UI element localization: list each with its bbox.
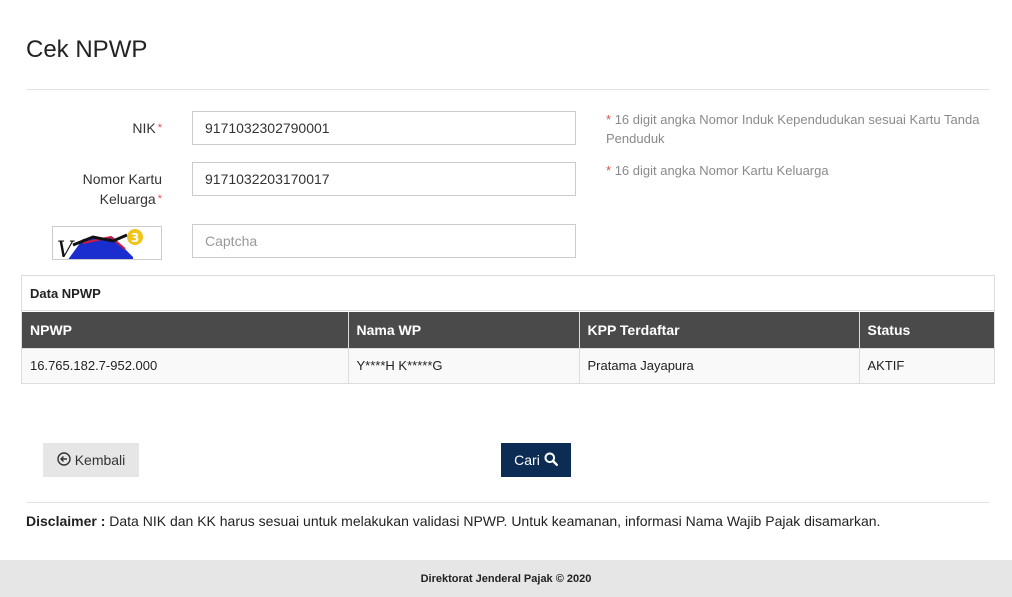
cell-nama-wp: Y****H K*****G <box>348 347 580 383</box>
disclaimer: Disclaimer : Data NIK dan KK harus sesua… <box>26 513 880 529</box>
required-mark: * <box>157 122 162 134</box>
cell-kpp: Pratama Jayapura <box>579 347 860 383</box>
search-icon <box>544 452 558 469</box>
svg-text:3: 3 <box>131 231 139 245</box>
divider <box>26 89 990 90</box>
nik-input[interactable] <box>192 111 576 145</box>
cell-npwp: 16.765.182.7-952.000 <box>22 347 349 383</box>
nik-label: NIK * <box>60 118 162 138</box>
column-header-nama-wp: Nama WP <box>348 312 580 348</box>
cell-status: AKTIF <box>859 347 994 383</box>
hint-star: * <box>606 163 612 178</box>
required-mark: * <box>157 193 162 205</box>
page-title: Cek NPWP <box>26 36 148 63</box>
disclaimer-label: Disclaimer : <box>26 513 106 529</box>
footer: Direktorat Jenderal Pajak © 2020 <box>0 560 1012 597</box>
hint-star: * <box>606 112 612 127</box>
divider <box>26 502 990 503</box>
arrow-circle-left-icon <box>57 451 71 469</box>
panel-heading: Data NPWP <box>22 276 994 311</box>
table-row: 16.765.182.7-952.000 Y****H K*****G Prat… <box>22 347 994 383</box>
column-header-status: Status <box>859 312 994 348</box>
kk-label-line2: Keluarga <box>99 191 156 207</box>
captcha-input[interactable] <box>192 224 576 258</box>
search-button[interactable]: Cari <box>501 443 571 477</box>
search-button-label: Cari <box>514 452 540 468</box>
column-header-npwp: NPWP <box>22 312 349 348</box>
table-header-row: NPWP Nama WP KPP Terdaftar Status <box>22 312 994 348</box>
column-header-kpp: KPP Terdaftar <box>579 312 860 348</box>
kk-hint: * 16 digit angka Nomor Kartu Keluarga <box>606 161 990 180</box>
kk-label: Nomor Kartu Keluarga * <box>40 169 162 209</box>
nik-label-text: NIK <box>132 120 156 136</box>
captcha-char: V <box>57 238 75 260</box>
nik-hint-text: 16 digit angka Nomor Induk Kependudukan … <box>606 112 980 146</box>
kk-input[interactable] <box>192 162 576 196</box>
back-button[interactable]: Kembali <box>43 443 139 477</box>
npwp-result-panel: Data NPWP NPWP Nama WP KPP Terdaftar Sta… <box>21 275 995 384</box>
kk-label-line1: Nomor Kartu <box>82 171 162 187</box>
nik-hint: * 16 digit angka Nomor Induk Kependuduka… <box>606 110 990 148</box>
npwp-table: NPWP Nama WP KPP Terdaftar Status 16.765… <box>22 312 994 383</box>
disclaimer-text: Data NIK dan KK harus sesuai untuk melak… <box>109 513 881 529</box>
footer-text: Direktorat Jenderal Pajak © 2020 <box>420 572 592 585</box>
kk-hint-text: 16 digit angka Nomor Kartu Keluarga <box>614 163 829 178</box>
captcha-image: V 3 <box>52 226 162 260</box>
back-button-label: Kembali <box>74 452 126 468</box>
